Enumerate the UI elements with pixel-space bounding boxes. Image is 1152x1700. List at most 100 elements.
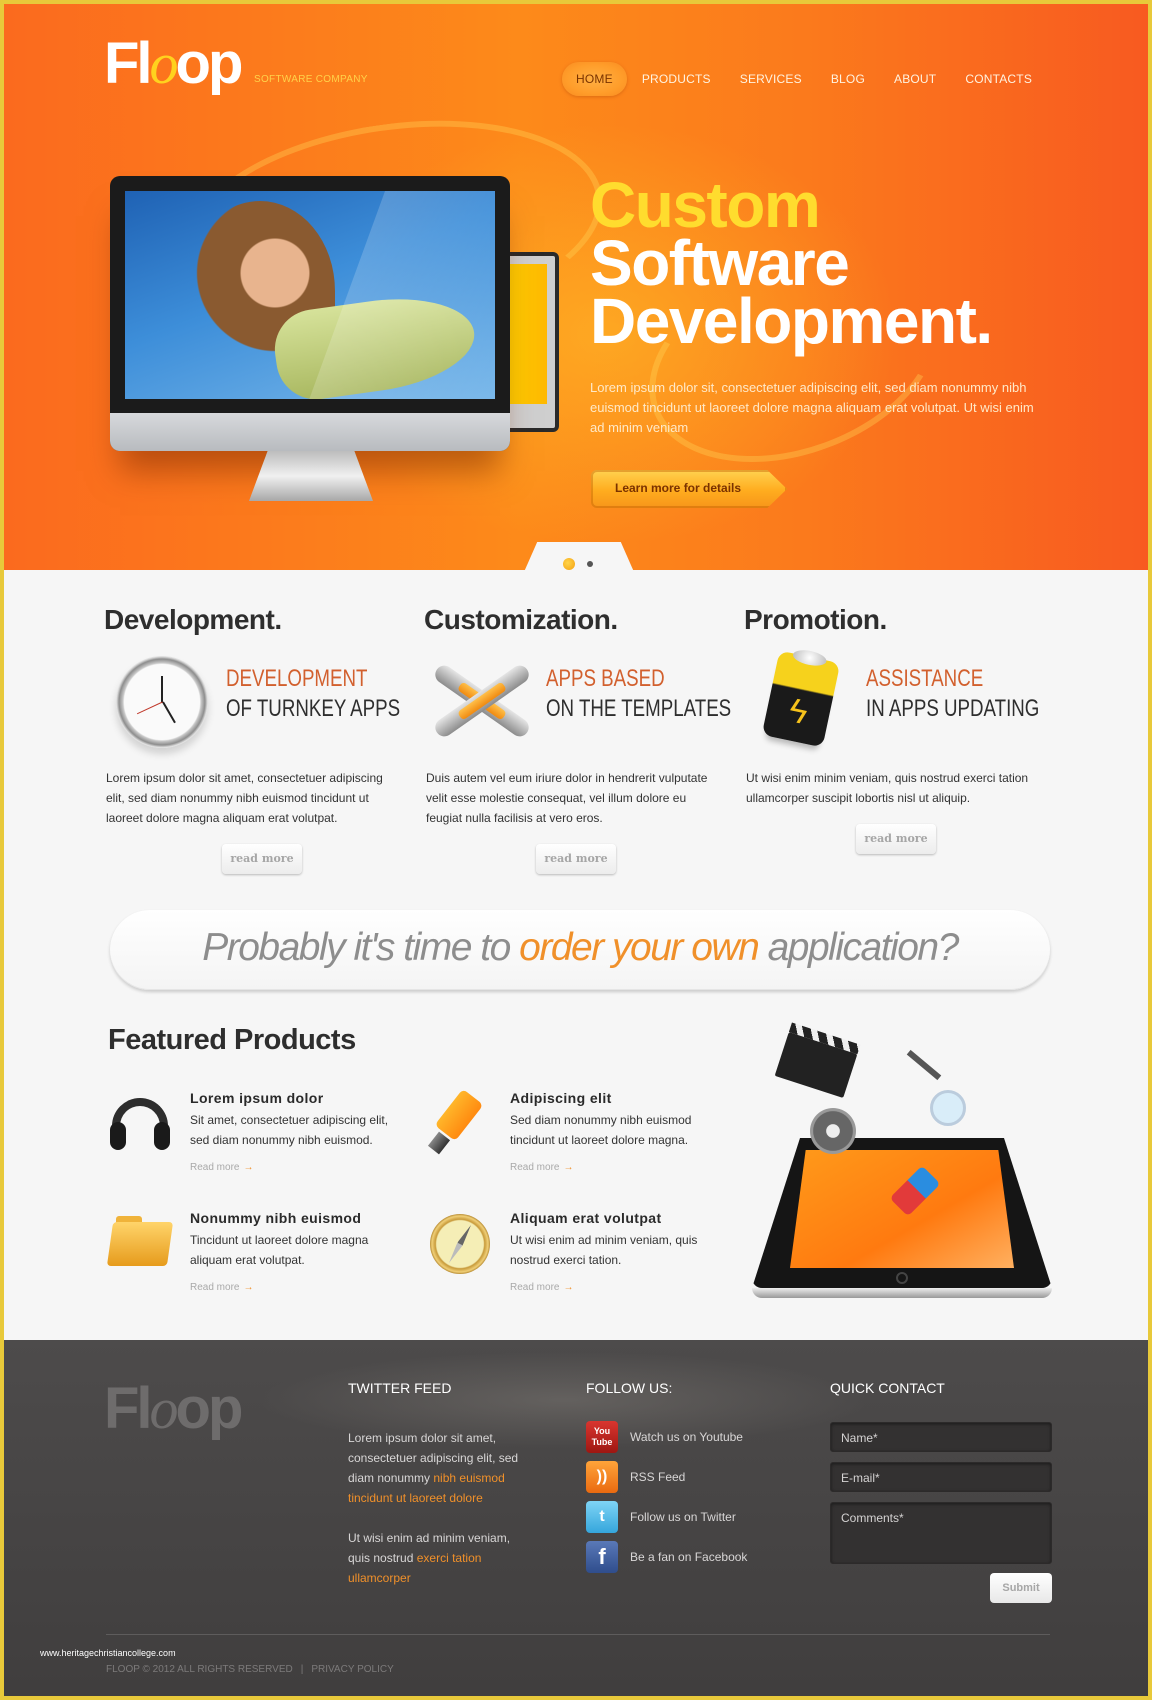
submit-button[interactable]: Submit (990, 1573, 1052, 1603)
hero-title-line3: Development. (590, 285, 993, 357)
folder-icon (106, 1212, 174, 1276)
monitor-stand (249, 451, 373, 501)
product-title: Adipiscing elit (510, 1090, 612, 1106)
copyright-text: FLOOP © 2012 ALL RIGHTS RESERVED (106, 1664, 293, 1675)
hero-title-line2: Software (590, 227, 850, 299)
footer-logo[interactable]: Floop (104, 1375, 244, 1442)
product-item: Adipiscing elit Sed diam nonummy nibh eu… (427, 1088, 728, 1200)
nav-products[interactable]: PRODUCTS (628, 62, 725, 96)
product-read-more-link[interactable]: Read more → (510, 1282, 573, 1293)
social-twitter[interactable]: t Follow us on Twitter (586, 1500, 786, 1534)
read-more-button[interactable]: read more (222, 844, 302, 874)
arrow-right-icon: → (563, 1282, 574, 1293)
compass-icon (428, 1212, 492, 1276)
feature-title: Customization. (424, 604, 618, 635)
feature-subtitle-main: ON THE TEMPLATES (546, 695, 732, 722)
product-text: Sed diam nonummy nibh euismod tincidunt … (510, 1113, 692, 1147)
comments-field[interactable]: Comments* (830, 1502, 1052, 1564)
feature-text: Ut wisi enim minim veniam, quis nostrud … (746, 771, 1029, 805)
speaker-icon (810, 1108, 856, 1154)
battery-icon: ϟ (752, 647, 852, 752)
social-label: Be a fan on Facebook (630, 1550, 748, 1564)
social-youtube[interactable]: You Tube Watch us on Youtube (586, 1420, 786, 1454)
slider-pagination (524, 542, 634, 572)
rss-icon: )) (586, 1461, 618, 1493)
hero-section: Floop SOFTWARE COMPANY HOME PRODUCTS SER… (4, 4, 1148, 570)
privacy-policy-link[interactable]: PRIVACY POLICY (311, 1664, 393, 1675)
read-more-button[interactable]: read more (536, 844, 616, 874)
tablet-home-button (896, 1272, 908, 1284)
nav-services[interactable]: SERVICES (726, 62, 816, 96)
clapperboard-icon (774, 1032, 858, 1098)
product-read-more-link[interactable]: Read more → (190, 1282, 253, 1293)
clock-icon (112, 652, 212, 752)
email-field[interactable]: E-mail* (830, 1462, 1052, 1492)
social-label: Follow us on Twitter (630, 1510, 736, 1524)
twitter-feed-heading: TWITTER FEED (348, 1380, 452, 1396)
social-label: Watch us on Youtube (630, 1430, 743, 1444)
read-more-label: Read more (190, 1282, 240, 1293)
product-read-more-link[interactable]: Read more → (510, 1162, 573, 1173)
product-text: Ut wisi enim ad minim veniam, quis nostr… (510, 1233, 698, 1267)
logo-text: op (175, 1376, 244, 1441)
banner-highlight: order your own (519, 926, 760, 969)
product-title: Nonummy nibh euismod (190, 1210, 362, 1226)
read-more-button[interactable]: read more (856, 824, 936, 854)
feature-customization: Customization. APPS BASED ON THE TEMPLAT… (424, 604, 731, 874)
social-rss[interactable]: )) RSS Feed (586, 1460, 786, 1494)
feature-title: Promotion. (744, 604, 887, 635)
learn-more-button[interactable]: Learn more for details (591, 470, 787, 508)
feature-subtitle-main: IN APPS UPDATING (866, 695, 1040, 722)
arrow-right-icon: → (243, 1162, 254, 1173)
name-field[interactable]: Name* (830, 1422, 1052, 1452)
slide-dot-2[interactable] (587, 561, 593, 567)
feature-subtitle: DEVELOPMENT OF TURNKEY APPS (226, 664, 400, 724)
product-item: Nonummy nibh euismod Tincidunt ut laoree… (106, 1210, 408, 1320)
nav-blog[interactable]: BLOG (817, 62, 879, 96)
learn-more-label: Learn more for details (615, 481, 742, 495)
banner-text-after: application? (758, 926, 960, 969)
footer-divider (106, 1634, 1050, 1635)
headphones-icon (108, 1092, 172, 1156)
nav-about[interactable]: ABOUT (880, 62, 950, 96)
hero-monitor-image (110, 176, 510, 451)
feature-subtitle-accent: ASSISTANCE (866, 665, 984, 692)
social-facebook[interactable]: f Be a fan on Facebook (586, 1540, 786, 1574)
read-more-label: Read more (510, 1282, 560, 1293)
read-more-label: Read more (190, 1162, 240, 1173)
email-placeholder: E-mail* (841, 1471, 880, 1485)
watermark: www.heritagechristiancollege.com (40, 1648, 176, 1658)
feature-subtitle: APPS BASED ON THE TEMPLATES (546, 664, 731, 724)
hero-title: Custom Software Development. (590, 169, 993, 357)
social-label: RSS Feed (630, 1470, 686, 1484)
feature-subtitle-accent: APPS BASED (546, 665, 665, 692)
feature-subtitle-main: OF TURNKEY APPS (226, 695, 401, 722)
nav-home[interactable]: HOME (562, 62, 627, 96)
order-banner[interactable]: Probably it's time to order your own app… (110, 910, 1050, 990)
tweet: Ut wisi enim ad minim veniam, quis nostr… (348, 1528, 528, 1588)
hero-text: Lorem ipsum dolor sit, consectetuer adip… (590, 380, 1034, 435)
logo[interactable]: Floop (104, 31, 243, 96)
product-read-more-link[interactable]: Read more → (190, 1162, 253, 1173)
name-placeholder: Name* (841, 1431, 878, 1445)
logo-o: o (149, 31, 179, 96)
arrow-right-icon: → (243, 1282, 254, 1293)
magnifier-icon (930, 1090, 966, 1126)
slide-dot-1[interactable] (563, 558, 575, 570)
monitor-screen-photo (125, 191, 495, 399)
feature-subtitle-accent: DEVELOPMENT (226, 665, 368, 692)
nav-contacts[interactable]: CONTACTS (951, 62, 1046, 96)
copyright: FLOOP © 2012 ALL RIGHTS RESERVED | PRIVACY… (106, 1664, 394, 1675)
product-item: Aliquam erat volutpat Ut wisi enim ad mi… (428, 1210, 728, 1320)
feature-title: Development. (104, 604, 282, 635)
wrenches-icon (431, 652, 533, 752)
product-item: Lorem ipsum dolor Sit amet, consectetuer… (108, 1090, 408, 1200)
product-text: Sit amet, consectetuer adipiscing elit, … (190, 1113, 389, 1147)
featured-products-title: Featured Products (108, 1024, 356, 1056)
separator: | (300, 1664, 304, 1675)
twitter-icon: t (586, 1501, 618, 1533)
tablet-illustration (752, 1032, 1052, 1298)
hero-title-line1: Custom (590, 169, 821, 241)
footer: Floop TWITTER FEED Lorem ipsum dolor sit… (4, 1340, 1148, 1696)
product-title: Aliquam erat volutpat (510, 1210, 662, 1226)
